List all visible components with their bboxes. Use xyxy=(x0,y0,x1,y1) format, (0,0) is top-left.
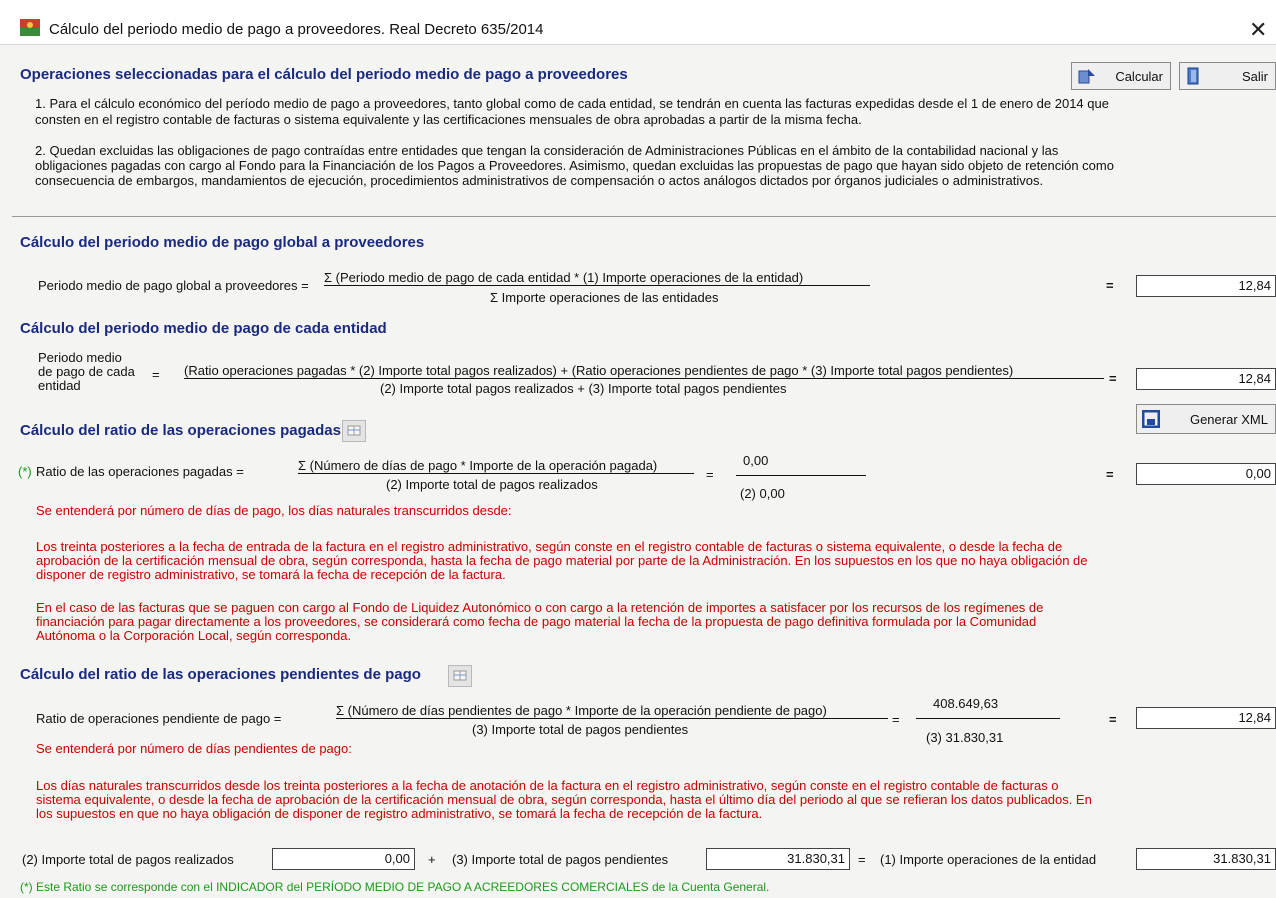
pendientes-denominator: (3) Importe total de pagos pendientes xyxy=(472,722,689,737)
pendientes-equals: = xyxy=(1109,712,1117,727)
calcular-label: Calcular xyxy=(1115,68,1163,84)
pagadas-eq: = xyxy=(706,467,714,482)
pagadas-denominator: (2) Importe total de pagos realizados xyxy=(386,477,598,492)
pagadas-p2-line-2: financiación para pagar directamente a l… xyxy=(36,614,1037,629)
intro-p1-line-2: consten en el registro contable de factu… xyxy=(35,112,862,127)
pendientes-fraction-line xyxy=(336,718,888,719)
pendientes-note: Se entenderá por número de días pendient… xyxy=(36,741,352,756)
global-heading: Cálculo del periodo medio de pago global… xyxy=(20,234,425,251)
section-separator xyxy=(12,216,1276,217)
pagadas-fraction-line xyxy=(298,473,694,474)
table-icon xyxy=(347,425,361,436)
totales-equals: = xyxy=(858,852,866,867)
operaciones-entidad-label: (1) Importe operaciones de la entidad xyxy=(880,852,1097,867)
pagadas-den-value: (2) 0,00 xyxy=(740,486,785,501)
pagadas-label: Ratio de las operaciones pagadas = xyxy=(36,464,244,479)
pendientes-numerator: Σ (Número de días pendientes de pago * I… xyxy=(336,703,827,718)
pagadas-num-value: 0,00 xyxy=(743,453,769,468)
app-icon xyxy=(20,19,40,36)
entidad-heading: Cálculo del periodo medio de pago de cad… xyxy=(20,320,387,337)
global-label: Periodo medio de pago global a proveedor… xyxy=(38,278,309,293)
save-disk-icon xyxy=(1142,410,1160,428)
pagadas-p2-line-3: Autónoma o la Corporación Local, según c… xyxy=(36,628,352,643)
intro-p1-line-1: 1. Para el cálculo económico del período… xyxy=(35,96,1109,111)
entidad-denominator: (2) Importe total pagos realizados + (3)… xyxy=(380,381,787,396)
global-equals: = xyxy=(1106,278,1114,293)
pagadas-p1-line-1: Los treinta posteriores a la fecha de en… xyxy=(36,539,1063,554)
pendientes-p-line-1: Los días naturales transcurridos desde l… xyxy=(36,778,1059,793)
pagadas-value-line xyxy=(736,475,866,476)
pagos-pendientes-field[interactable]: 31.830,31 xyxy=(706,848,850,870)
pagos-pendientes-label: (3) Importe total de pagos pendientes xyxy=(452,852,669,867)
generar-xml-button[interactable]: Generar XML xyxy=(1136,404,1276,434)
pendientes-result-field[interactable]: 12,84 xyxy=(1136,707,1276,729)
pagos-realizados-field[interactable]: 0,00 xyxy=(272,848,415,870)
global-result-field[interactable]: 12,84 xyxy=(1136,275,1276,297)
pagadas-note: Se entenderá por número de días de pago,… xyxy=(36,503,512,518)
intro-p2-line-3: consecuencia de embargos, mandamientos d… xyxy=(35,173,1044,188)
pagadas-p2-line-1: En el caso de las facturas que se paguen… xyxy=(36,600,1044,615)
pendientes-den-value: (3) 31.830,31 xyxy=(926,730,1004,745)
pendientes-p-line-2: sistema equivalente, o desde la fecha de… xyxy=(36,792,1092,807)
salir-button[interactable]: Salir xyxy=(1179,62,1276,90)
pendientes-eq: = xyxy=(892,712,900,727)
pendientes-num-value: 408.649,63 xyxy=(933,696,999,711)
entidad-label-line-1: Periodo medio xyxy=(38,350,122,365)
pagadas-p1-line-3: disponer de registro administrativo, se … xyxy=(36,567,506,582)
operaciones-entidad-field[interactable]: 31.830,31 xyxy=(1136,848,1276,870)
pagadas-result-field[interactable]: 0,00 xyxy=(1136,463,1276,485)
intro-p2-line-2: obligaciones pagadas con cargo al Fondo … xyxy=(35,158,1114,173)
salir-label: Salir xyxy=(1241,68,1268,84)
pendientes-heading: Cálculo del ratio de las operaciones pen… xyxy=(20,666,421,683)
entidad-result-field[interactable]: 12,84 xyxy=(1136,368,1276,390)
close-icon[interactable]: ✕ xyxy=(1249,19,1267,41)
footer-indicator-note: (*) Este Ratio se corresponde con el IND… xyxy=(20,880,770,894)
intro-p2-line-1: 2. Quedan excluidas las obligaciones de … xyxy=(35,143,1059,158)
pagadas-numerator: Σ (Número de días de pago * Importe de l… xyxy=(298,458,658,473)
global-numerator: Σ (Periodo medio de pago de cada entidad… xyxy=(324,270,804,285)
pendientes-p-line-3: los supuestos en que no haya obligación … xyxy=(36,806,763,821)
pagos-realizados-label: (2) Importe total de pagos realizados xyxy=(22,852,234,867)
pagadas-equals: = xyxy=(1106,467,1114,482)
window-title: Cálculo del periodo medio de pago a prov… xyxy=(49,21,544,38)
calculate-icon xyxy=(1078,69,1095,84)
pagadas-p1-line-2: aprobación de la certificación mensual d… xyxy=(36,553,1088,568)
calcular-button[interactable]: Calcular xyxy=(1071,62,1171,90)
totales-plus: + xyxy=(428,852,436,867)
pagadas-heading: Cálculo del ratio de las operaciones pag… xyxy=(20,422,341,439)
entidad-numerator: (Ratio operaciones pagadas * (2) Importe… xyxy=(184,363,1014,378)
exit-door-icon xyxy=(1187,67,1199,85)
entidad-label-line-2: de pago de cada xyxy=(38,364,135,379)
entidad-label-equals: = xyxy=(152,367,160,382)
entidad-label-line-3: entidad xyxy=(38,378,81,393)
entidad-equals: = xyxy=(1109,371,1117,386)
pendientes-value-line xyxy=(916,718,1060,719)
pendientes-label: Ratio de operaciones pendiente de pago = xyxy=(36,711,282,726)
intro-heading: Operaciones seleccionadas para el cálcul… xyxy=(20,66,628,83)
pagadas-detail-button[interactable] xyxy=(342,420,366,442)
table-icon xyxy=(453,670,467,681)
pagadas-indicator-marker: (*) xyxy=(18,464,32,479)
global-denominator: Σ Importe operaciones de las entidades xyxy=(490,290,719,305)
pendientes-detail-button[interactable] xyxy=(448,665,472,687)
generar-xml-label: Generar XML xyxy=(1189,411,1268,427)
global-fraction-line xyxy=(324,285,870,286)
entidad-fraction-line xyxy=(184,378,1104,379)
